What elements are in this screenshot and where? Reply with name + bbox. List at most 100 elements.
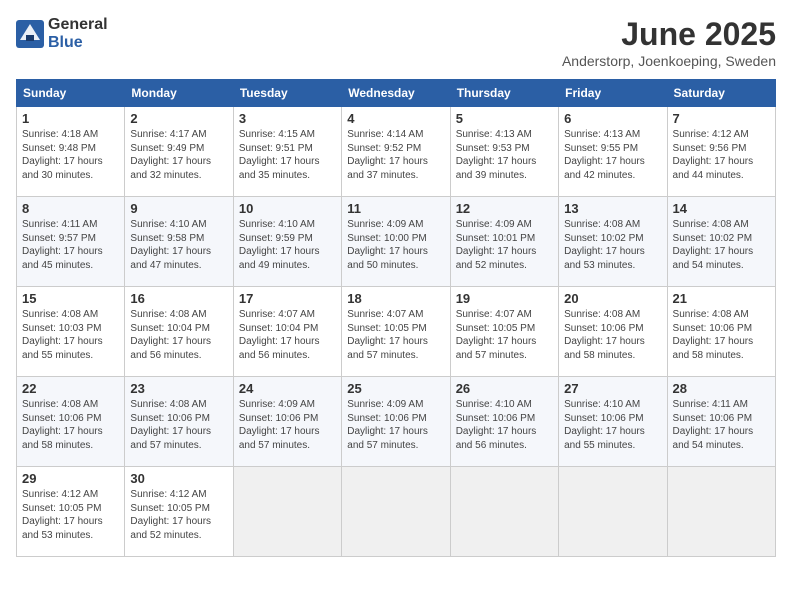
cell-info: Sunrise: 4:12 AM Sunset: 10:05 PM Daylig… xyxy=(130,488,227,542)
cell-info: Sunrise: 4:08 AM Sunset: 10:02 PM Daylig… xyxy=(564,218,661,272)
calendar-cell: 18 Sunrise: 4:07 AM Sunset: 10:05 PM Dayl… xyxy=(342,287,450,377)
day-header-saturday: Saturday xyxy=(667,80,775,107)
calendar-cell: 17 Sunrise: 4:07 AM Sunset: 10:04 PM Dayl… xyxy=(233,287,341,377)
day-number: 2 xyxy=(130,111,227,126)
cell-info: Sunrise: 4:13 AM Sunset: 9:55 PM Dayligh… xyxy=(564,128,661,182)
day-number: 18 xyxy=(347,291,444,306)
day-header-tuesday: Tuesday xyxy=(233,80,341,107)
cell-info: Sunrise: 4:08 AM Sunset: 10:06 PM Daylig… xyxy=(564,308,661,362)
day-number: 11 xyxy=(347,201,444,216)
day-number: 22 xyxy=(22,381,119,396)
calendar-cell: 4 Sunrise: 4:14 AM Sunset: 9:52 PM Daylig… xyxy=(342,107,450,197)
calendar-cell xyxy=(233,467,341,557)
day-number: 6 xyxy=(564,111,661,126)
cell-info: Sunrise: 4:13 AM Sunset: 9:53 PM Dayligh… xyxy=(456,128,553,182)
logo-icon xyxy=(16,20,44,48)
cell-info: Sunrise: 4:08 AM Sunset: 10:02 PM Daylig… xyxy=(673,218,770,272)
day-number: 5 xyxy=(456,111,553,126)
calendar-cell xyxy=(559,467,667,557)
calendar-cell: 10 Sunrise: 4:10 AM Sunset: 9:59 PM Dayli… xyxy=(233,197,341,287)
calendar-cell: 24Sunrise: 4:09 AM Sunset: 10:06 PM Dayl… xyxy=(233,377,341,467)
calendar-cell xyxy=(450,467,558,557)
cell-info: Sunrise: 4:09 AM Sunset: 10:01 PM Daylig… xyxy=(456,218,553,272)
cell-info: Sunrise: 4:15 AM Sunset: 9:51 PM Dayligh… xyxy=(239,128,336,182)
day-number: 27 xyxy=(564,381,661,396)
day-number: 10 xyxy=(239,201,336,216)
page-header: General Blue June 2025 Anderstorp, Joenk… xyxy=(16,16,776,69)
cell-info: Sunrise: 4:07 AM Sunset: 10:05 PM Daylig… xyxy=(456,308,553,362)
calendar-week-row: 8 Sunrise: 4:11 AM Sunset: 9:57 PM Daylig… xyxy=(17,197,776,287)
calendar-cell: 26Sunrise: 4:10 AM Sunset: 10:06 PM Dayl… xyxy=(450,377,558,467)
calendar-cell: 20Sunrise: 4:08 AM Sunset: 10:06 PM Dayl… xyxy=(559,287,667,377)
calendar-cell: 2 Sunrise: 4:17 AM Sunset: 9:49 PM Daylig… xyxy=(125,107,233,197)
day-number: 4 xyxy=(347,111,444,126)
day-number: 17 xyxy=(239,291,336,306)
cell-info: Sunrise: 4:10 AM Sunset: 9:58 PM Dayligh… xyxy=(130,218,227,272)
calendar-cell: 8 Sunrise: 4:11 AM Sunset: 9:57 PM Daylig… xyxy=(17,197,125,287)
day-number: 3 xyxy=(239,111,336,126)
calendar-cell: 5 Sunrise: 4:13 AM Sunset: 9:53 PM Daylig… xyxy=(450,107,558,197)
calendar-cell xyxy=(342,467,450,557)
calendar-cell: 15 Sunrise: 4:08 AM Sunset: 10:03 PM Dayl… xyxy=(17,287,125,377)
location-text: Anderstorp, Joenkoeping, Sweden xyxy=(562,53,776,69)
day-number: 25 xyxy=(347,381,444,396)
calendar-cell: 16 Sunrise: 4:08 AM Sunset: 10:04 PM Dayl… xyxy=(125,287,233,377)
calendar-cell: 30 Sunrise: 4:12 AM Sunset: 10:05 PM Dayl… xyxy=(125,467,233,557)
calendar-cell: 13Sunrise: 4:08 AM Sunset: 10:02 PM Dayl… xyxy=(559,197,667,287)
cell-info: Sunrise: 4:08 AM Sunset: 10:06 PM Daylig… xyxy=(130,398,227,452)
day-header-monday: Monday xyxy=(125,80,233,107)
calendar-week-row: 1 Sunrise: 4:18 AM Sunset: 9:48 PM Daylig… xyxy=(17,107,776,197)
cell-info: Sunrise: 4:10 AM Sunset: 9:59 PM Dayligh… xyxy=(239,218,336,272)
logo-general-text: General xyxy=(48,16,108,34)
calendar-cell: 1 Sunrise: 4:18 AM Sunset: 9:48 PM Daylig… xyxy=(17,107,125,197)
day-header-friday: Friday xyxy=(559,80,667,107)
calendar-cell: 28 Sunrise: 4:11 AM Sunset: 10:06 PM Dayl… xyxy=(667,377,775,467)
day-number: 7 xyxy=(673,111,770,126)
cell-info: Sunrise: 4:11 AM Sunset: 10:06 PM Daylig… xyxy=(673,398,770,452)
cell-info: Sunrise: 4:07 AM Sunset: 10:05 PM Daylig… xyxy=(347,308,444,362)
cell-info: Sunrise: 4:07 AM Sunset: 10:04 PM Daylig… xyxy=(239,308,336,362)
cell-info: Sunrise: 4:11 AM Sunset: 9:57 PM Dayligh… xyxy=(22,218,119,272)
day-number: 23 xyxy=(130,381,227,396)
day-number: 8 xyxy=(22,201,119,216)
calendar-body: 1 Sunrise: 4:18 AM Sunset: 9:48 PM Daylig… xyxy=(17,107,776,557)
calendar-cell xyxy=(667,467,775,557)
cell-info: Sunrise: 4:12 AM Sunset: 10:05 PM Daylig… xyxy=(22,488,119,542)
month-title: June 2025 xyxy=(562,16,776,53)
calendar-header-row: SundayMondayTuesdayWednesdayThursdayFrid… xyxy=(17,80,776,107)
calendar-cell: 14 Sunrise: 4:08 AM Sunset: 10:02 PM Dayl… xyxy=(667,197,775,287)
cell-info: Sunrise: 4:08 AM Sunset: 10:03 PM Daylig… xyxy=(22,308,119,362)
day-number: 28 xyxy=(673,381,770,396)
calendar-cell: 6 Sunrise: 4:13 AM Sunset: 9:55 PM Daylig… xyxy=(559,107,667,197)
day-number: 1 xyxy=(22,111,119,126)
calendar-cell: 11 Sunrise: 4:09 AM Sunset: 10:00 PM Dayl… xyxy=(342,197,450,287)
calendar-week-row: 29 Sunrise: 4:12 AM Sunset: 10:05 PM Dayl… xyxy=(17,467,776,557)
cell-info: Sunrise: 4:14 AM Sunset: 9:52 PM Dayligh… xyxy=(347,128,444,182)
day-number: 30 xyxy=(130,471,227,486)
day-number: 21 xyxy=(673,291,770,306)
cell-info: Sunrise: 4:08 AM Sunset: 10:04 PM Daylig… xyxy=(130,308,227,362)
day-header-wednesday: Wednesday xyxy=(342,80,450,107)
calendar-cell: 23 Sunrise: 4:08 AM Sunset: 10:06 PM Dayl… xyxy=(125,377,233,467)
cell-info: Sunrise: 4:18 AM Sunset: 9:48 PM Dayligh… xyxy=(22,128,119,182)
cell-info: Sunrise: 4:17 AM Sunset: 9:49 PM Dayligh… xyxy=(130,128,227,182)
day-number: 16 xyxy=(130,291,227,306)
calendar-cell: 9Sunrise: 4:10 AM Sunset: 9:58 PM Daylig… xyxy=(125,197,233,287)
calendar-week-row: 15 Sunrise: 4:08 AM Sunset: 10:03 PM Dayl… xyxy=(17,287,776,377)
logo: General Blue xyxy=(16,16,108,51)
cell-info: Sunrise: 4:12 AM Sunset: 9:56 PM Dayligh… xyxy=(673,128,770,182)
day-number: 29 xyxy=(22,471,119,486)
title-block: June 2025 Anderstorp, Joenkoeping, Swede… xyxy=(562,16,776,69)
calendar-week-row: 22 Sunrise: 4:08 AM Sunset: 10:06 PM Dayl… xyxy=(17,377,776,467)
calendar-cell: 19 Sunrise: 4:07 AM Sunset: 10:05 PM Dayl… xyxy=(450,287,558,377)
calendar-cell: 29 Sunrise: 4:12 AM Sunset: 10:05 PM Dayl… xyxy=(17,467,125,557)
day-number: 24 xyxy=(239,381,336,396)
day-number: 15 xyxy=(22,291,119,306)
calendar-cell: 3 Sunrise: 4:15 AM Sunset: 9:51 PM Daylig… xyxy=(233,107,341,197)
calendar-cell: 27Sunrise: 4:10 AM Sunset: 10:06 PM Dayl… xyxy=(559,377,667,467)
cell-info: Sunrise: 4:09 AM Sunset: 10:00 PM Daylig… xyxy=(347,218,444,272)
day-number: 14 xyxy=(673,201,770,216)
day-number: 19 xyxy=(456,291,553,306)
calendar-table: SundayMondayTuesdayWednesdayThursdayFrid… xyxy=(16,79,776,557)
cell-info: Sunrise: 4:10 AM Sunset: 10:06 PM Daylig… xyxy=(456,398,553,452)
